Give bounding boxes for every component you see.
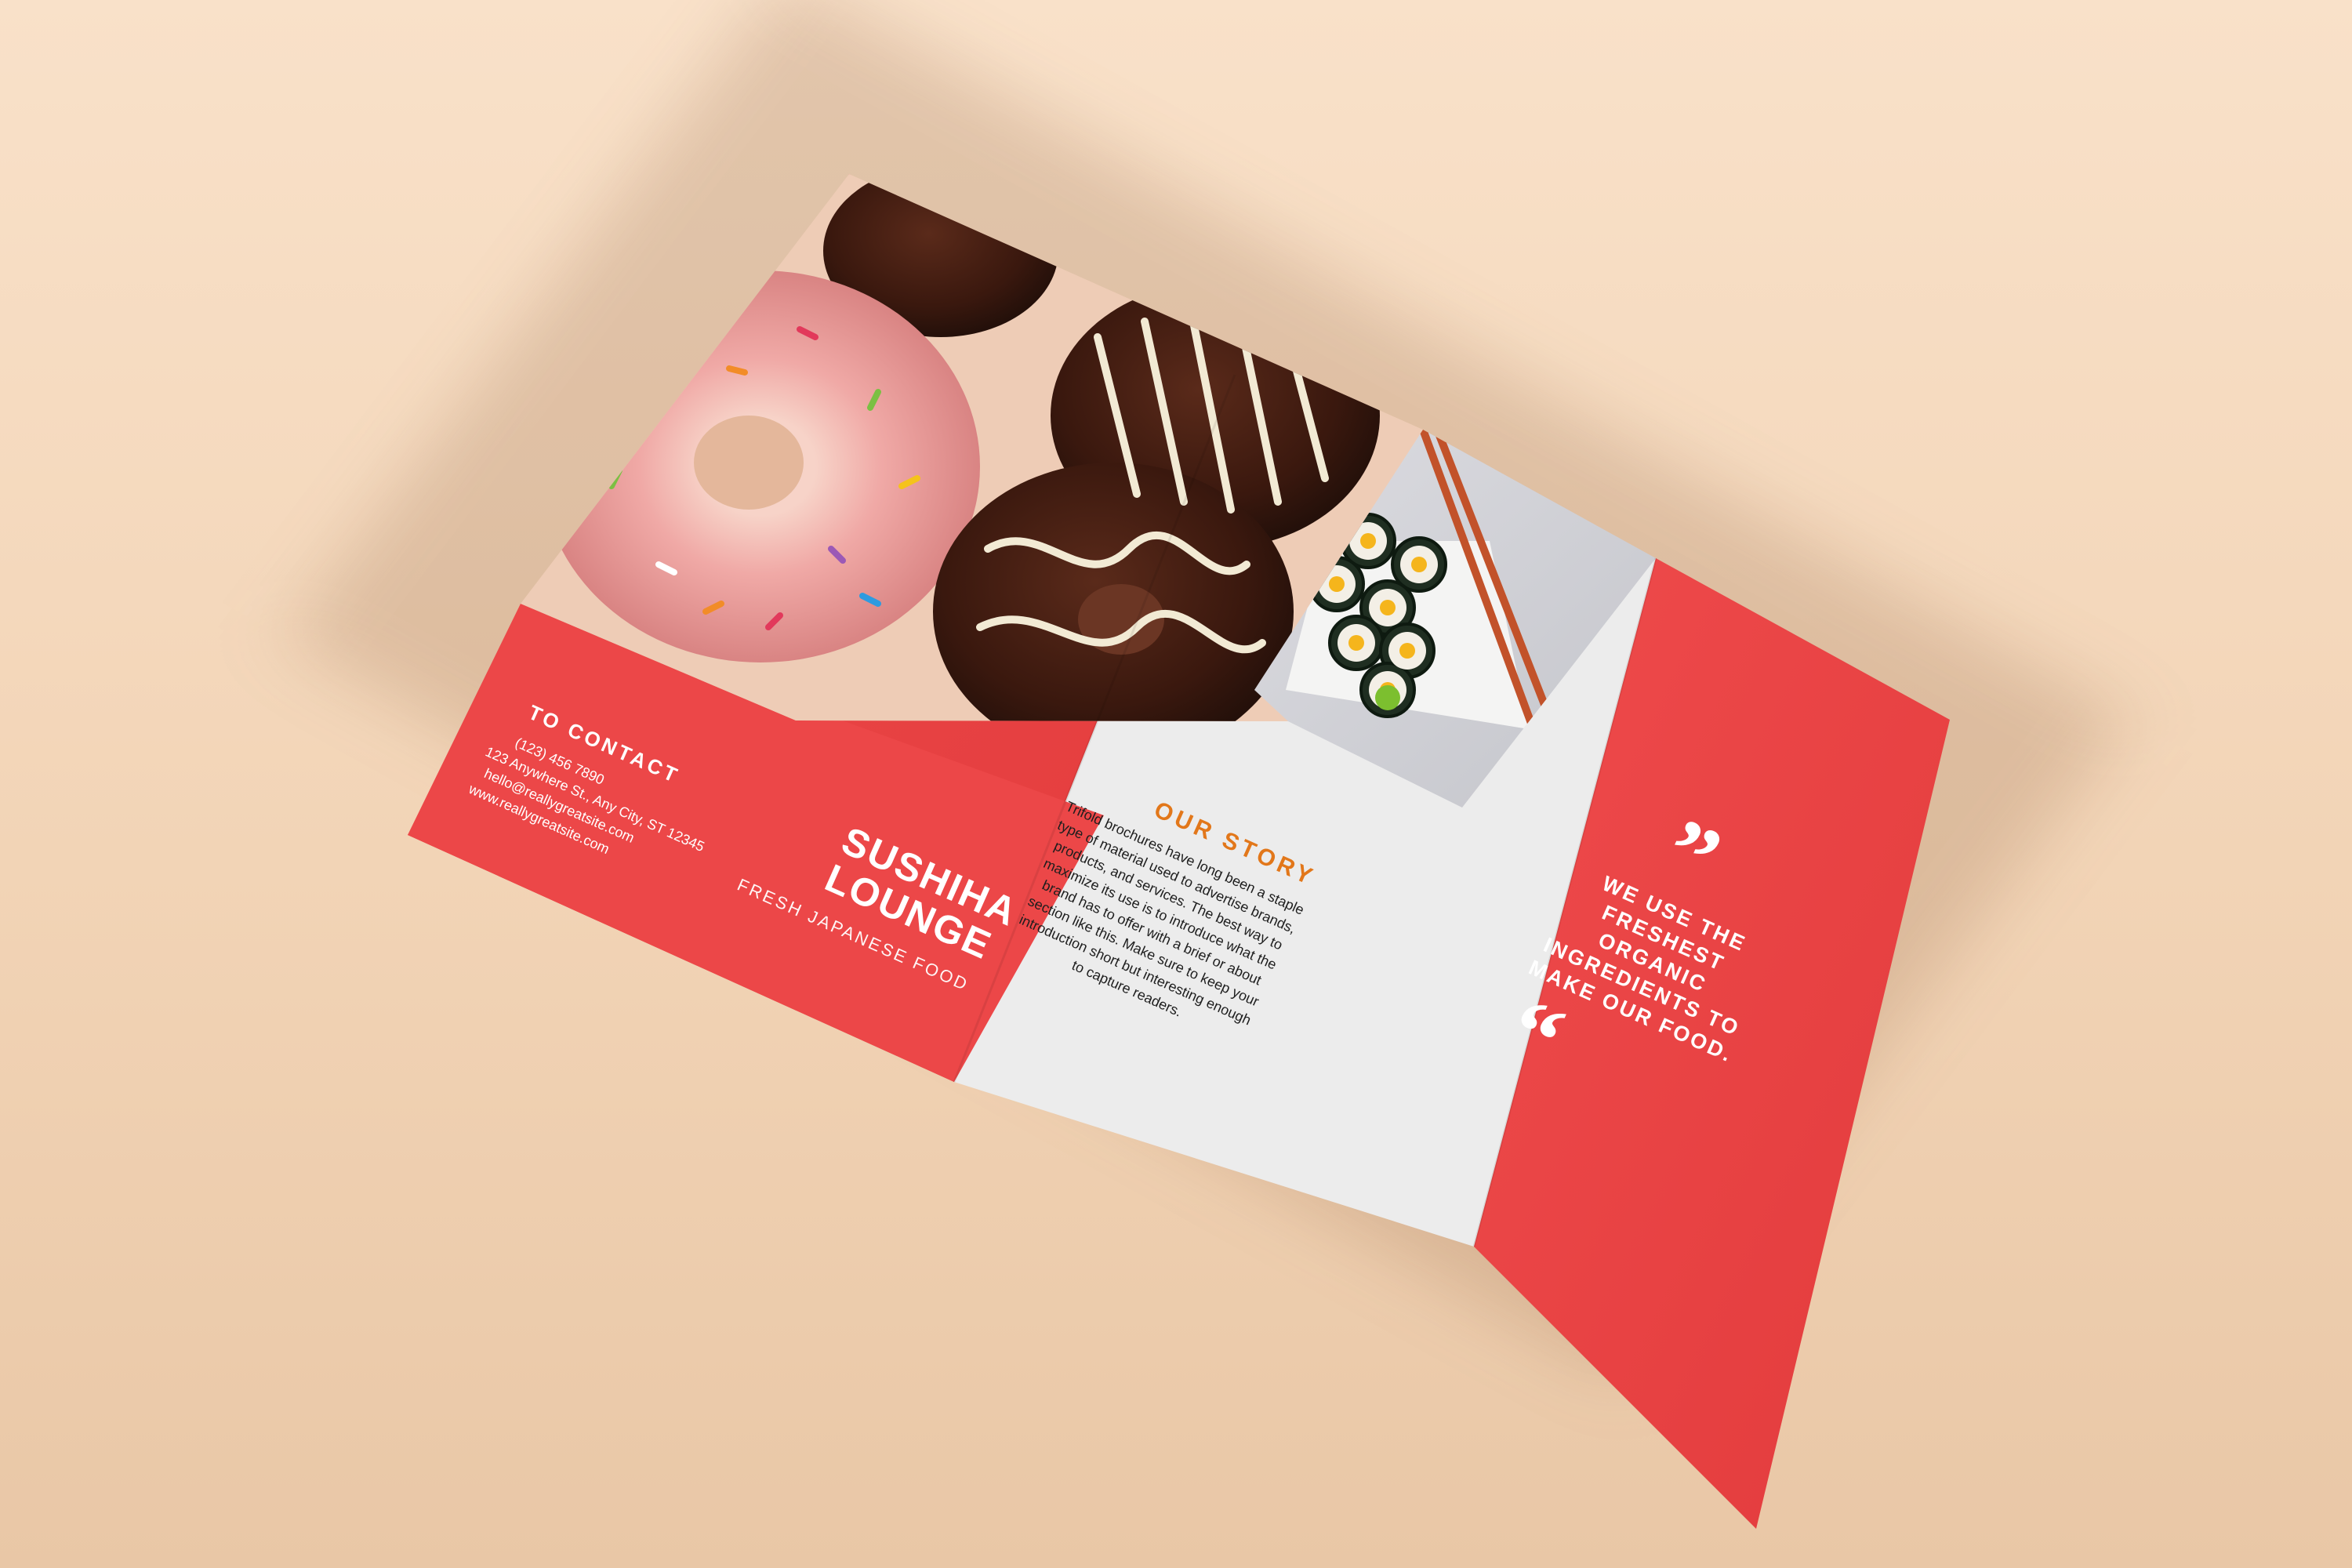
scene: TO CONTACT (123) 456 7890 123 Anywhere S…	[0, 0, 2352, 1568]
brochure-mockup: TO CONTACT (123) 456 7890 123 Anywhere S…	[408, 174, 1950, 1529]
